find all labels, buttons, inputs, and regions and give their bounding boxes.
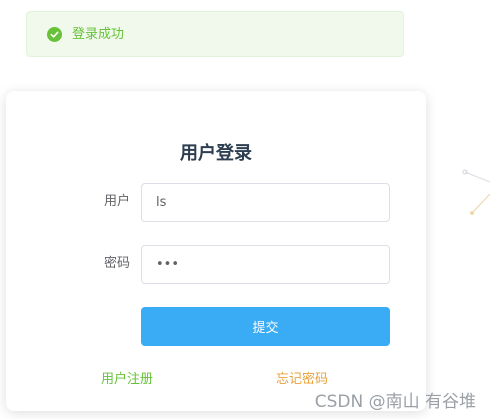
forgot-password-link[interactable]: 忘记密码 [276,372,328,388]
login-title: 用户登录 [180,143,252,164]
password-label: 密码 [103,256,130,271]
username-input[interactable] [141,183,390,222]
password-input[interactable] [141,245,390,284]
toast-message: 登录成功 [72,26,125,42]
submit-button[interactable]: 提交 [141,307,390,346]
success-toast: 登录成功 [26,11,404,57]
login-card: 用户登录 用户 密码 提交 用户注册 忘记密码 [6,91,426,411]
username-label: 用户 [103,194,130,209]
background-decoration [462,169,490,215]
csdn-watermark: CSDN @南山 有谷堆 [314,392,476,412]
register-link[interactable]: 用户注册 [101,372,153,388]
check-circle-icon [47,26,62,42]
